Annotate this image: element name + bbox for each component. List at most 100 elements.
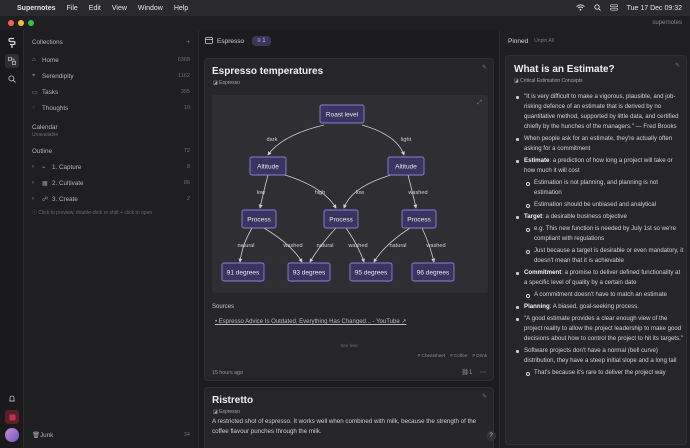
outline-heading-row[interactable]: Outline 72 (24, 143, 198, 159)
decision-tree-diagram[interactable]: ⤢ Roast level Altitude Altitude Process … (212, 95, 488, 293)
close-window-button[interactable] (8, 20, 14, 26)
node-label-process-2: Process (329, 217, 353, 224)
bullet-item: "It is very difficult to make a vigorous… (514, 92, 684, 132)
chevron-right-icon[interactable]: › (32, 196, 42, 202)
wifi-icon[interactable] (575, 3, 585, 13)
avatar[interactable] (5, 428, 19, 442)
calendar-section[interactable]: Calendar Unavailable (24, 124, 198, 138)
sidebar-item-label: Home (42, 56, 59, 64)
sidebar-item-label: Serendipity (42, 72, 74, 80)
link-icon[interactable]: ⛓ (461, 370, 469, 376)
outline-item-create[interactable]: › ☍ 3. Create 2 (24, 191, 198, 207)
see-less-button[interactable]: See less (205, 343, 493, 348)
card-ristretto[interactable]: Ristretto ✎ ◪ Espresso A restricted shot… (204, 387, 494, 448)
edge-label-washed-2: washed (282, 243, 302, 249)
menu-view[interactable]: View (112, 5, 127, 12)
bullet-text: : a desirable business objective (542, 213, 627, 220)
menu-edit[interactable]: Edit (89, 5, 101, 12)
tag-drink[interactable]: # Drink (472, 353, 487, 358)
control-center-icon[interactable] (609, 3, 618, 13)
bullet-text: "It is very difficult to make a vigorous… (524, 93, 679, 130)
pinned-card-body: "It is very difficult to make a vigorous… (514, 92, 684, 380)
card-timestamp: 15 hours ago (212, 370, 243, 376)
bullet-text: A commitment doesn't have to match an es… (534, 291, 667, 298)
minimize-window-button[interactable] (18, 20, 24, 26)
more-options-icon[interactable]: ⋯ (480, 370, 486, 376)
card-tag[interactable]: ◪ Espresso (213, 80, 240, 86)
edge-label-natural-2: natural (316, 243, 333, 249)
menu-app-name[interactable]: Supernotes (17, 5, 56, 12)
tag-coffee[interactable]: # Coffee (450, 353, 467, 358)
sidebar-item-label: Thoughts (42, 104, 69, 112)
bullet-text: Estimation is not planning, and planning… (534, 179, 658, 196)
card-title: Espresso temperatures (212, 66, 324, 77)
collection-toolbar: Espresso ≡ 1 (199, 30, 499, 52)
outline-item-cultivate[interactable]: › ▦ 2. Cultivate 86 (24, 175, 198, 191)
tag-cheatsheet[interactable]: # Cheatsheet (418, 353, 445, 358)
filter-button[interactable]: ≡ 1 (252, 36, 271, 46)
sidebar-item-home[interactable]: ⌂ Home 6368 (24, 52, 198, 68)
bullet-text: That's because it's rare to deliver the … (534, 369, 666, 376)
link-count: 1 (468, 370, 473, 376)
edge-root-altitude-right (361, 124, 405, 156)
edge-label-low-2: low (356, 190, 365, 196)
edge-altitude-process2-high (277, 172, 337, 209)
collection-icon (205, 36, 213, 46)
zoom-window-button[interactable] (28, 20, 34, 26)
chevron-right-icon[interactable]: › (32, 180, 42, 186)
card-tag[interactable]: ◪ Espresso (213, 409, 240, 415)
sidebar-item-junk[interactable]: 🗑 Junk 34 (24, 428, 198, 442)
source-link-text: Espresso Advice Is Outdated, Everything … (218, 319, 407, 325)
bullet-item: e.g. This new function is needed by July… (514, 224, 684, 244)
card-feed[interactable]: Espresso temperatures ✎ ◪ Espresso ⤢ Roa… (199, 52, 499, 448)
bullet-text: Just because a target is desirable or ev… (534, 247, 684, 264)
menu-window[interactable]: Window (138, 5, 163, 12)
home-icon: ⌂ (32, 57, 36, 63)
menu-help[interactable]: Help (174, 5, 188, 12)
card-tags: # Cheatsheet # Coffee # Drink (418, 353, 487, 358)
help-button[interactable]: ? (486, 431, 496, 441)
sidebar-item-label: Tasks (42, 88, 59, 96)
outline-item-label: 3. Create (52, 195, 78, 203)
pinned-card-tag-label: Critical Estimation Concepts (520, 78, 583, 84)
outline-item-capture[interactable]: › ⌁ 1. Capture 8 (24, 159, 198, 175)
pinned-card[interactable]: What is an Estimate? ✎ ◪ Critical Estima… (505, 55, 687, 445)
edge-label-washed-3: washed (347, 243, 367, 249)
telescope-icon: ⌖ (32, 72, 36, 79)
menu-file[interactable]: File (67, 5, 78, 12)
search-icon[interactable] (593, 3, 601, 13)
card-espresso-temperatures[interactable]: Espresso temperatures ✎ ◪ Espresso ⤢ Roa… (204, 58, 494, 381)
card-tag-label: Espresso (219, 409, 240, 415)
edge-label-dark: dark (267, 137, 278, 143)
edit-pencil-icon[interactable]: ✎ (482, 64, 487, 71)
source-link[interactable]: • Espresso Advice Is Outdated, Everythin… (215, 318, 406, 325)
bullet-item: "A good estimate provides a clear enough… (514, 314, 684, 344)
unpin-all-button[interactable]: Unpin All (534, 38, 554, 44)
junk-label: Junk (40, 431, 54, 439)
pinned-card-title: What is an Estimate? (514, 64, 615, 75)
pinned-card-tag[interactable]: ◪ Critical Estimation Concepts (514, 78, 583, 84)
collection-title[interactable]: Espresso (217, 38, 244, 45)
notifications-icon[interactable] (5, 392, 19, 406)
sidebar-item-serendipity[interactable]: ⌖ Serendipity 1162 (24, 68, 198, 84)
collections-heading: Collections (32, 39, 63, 46)
edit-pencil-icon[interactable]: ✎ (675, 62, 680, 69)
outline-item-count: 86 (183, 180, 190, 186)
node-label-altitude-right: Altitude (395, 164, 417, 171)
card-title: Ristretto (212, 395, 254, 406)
supernotes-logo-icon[interactable] (5, 36, 19, 50)
sidebar-item-thoughts[interactable]: ◌ Thoughts 10 (24, 100, 198, 116)
people-icon: ☍ (42, 196, 49, 203)
capture-icon: ⌁ (42, 164, 46, 171)
icon-rail (0, 30, 24, 448)
search-rail-icon[interactable] (5, 72, 19, 86)
chevron-right-icon[interactable]: › (32, 164, 42, 170)
sidebar-item-tasks[interactable]: ▭ Tasks 395 (24, 84, 198, 100)
pinned-heading: Pinned (508, 37, 529, 45)
inbox-alert-icon[interactable] (5, 410, 19, 424)
add-collection-icon[interactable]: + (186, 39, 190, 46)
edit-pencil-icon[interactable]: ✎ (482, 393, 487, 400)
menubar-clock[interactable]: Tue 17 Dec 09:32 (627, 5, 682, 12)
bullet-text: Estimation should be unbiased and analyt… (534, 201, 656, 208)
collections-view-icon[interactable] (4, 54, 19, 68)
